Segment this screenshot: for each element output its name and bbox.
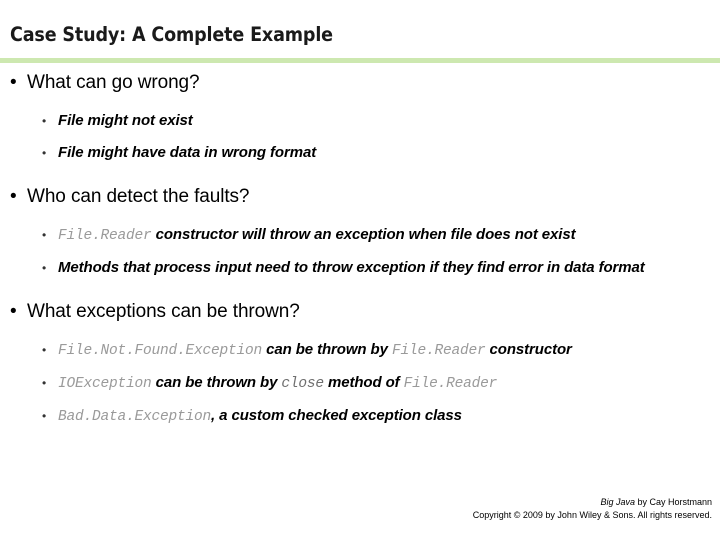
- bullet-marker-level2: •: [42, 409, 47, 423]
- list-item: • File.Reader constructor will throw an e…: [0, 224, 720, 247]
- list-item-label: File.Not.Found.Exception can be thrown b…: [58, 339, 712, 362]
- page-title: Case Study: A Complete Example: [10, 23, 333, 46]
- list-item: • File might not exist: [0, 110, 720, 132]
- bullet-marker-level2: •: [42, 261, 47, 275]
- footer-author: by Cay Horstmann: [634, 497, 712, 507]
- bullet-marker-level1: •: [10, 301, 17, 322]
- bullet-marker-level2: •: [42, 228, 47, 242]
- code-span: File.Not.Found.Exception: [58, 343, 263, 359]
- text-span: can be thrown by: [151, 374, 282, 391]
- text-span: Methods that process input need to throw…: [58, 259, 645, 276]
- list-item: • File.Not.Found.Exception can be thrown …: [0, 339, 720, 362]
- bullet-marker-level1: •: [10, 72, 17, 93]
- heading-spacer: [0, 325, 720, 339]
- item-spacer: [0, 132, 720, 142]
- slide-footer: Big Java by Cay Horstmann Copyright © 20…: [292, 496, 712, 522]
- item-spacer: [0, 395, 720, 405]
- section-heading-3: • What exceptions can be thrown?: [0, 299, 720, 325]
- title-divider-rule: [0, 58, 720, 63]
- list-item: • IOException can be thrown by close meth…: [0, 372, 720, 395]
- code-span: File.Reader: [391, 343, 486, 359]
- list-item-label: Methods that process input need to throw…: [58, 257, 712, 279]
- code-span: IOException: [58, 376, 152, 392]
- item-spacer: [0, 362, 720, 372]
- section-heading-label: What can go wrong?: [27, 72, 200, 93]
- list-item-label: Bad.Data.Exception, a custom checked exc…: [58, 405, 712, 428]
- text-span: constructor will throw an exception when…: [151, 226, 576, 243]
- bullet-marker-level2: •: [42, 114, 47, 128]
- text-span: method of: [323, 374, 404, 391]
- text-span: can be thrown by: [262, 341, 392, 358]
- bullet-marker-level2: •: [42, 343, 47, 357]
- text-span: File might not exist: [58, 112, 193, 129]
- code-span: close: [281, 376, 324, 392]
- code-span: File.Reader: [403, 376, 498, 392]
- list-item: • File might have data in wrong format: [0, 142, 720, 164]
- section-heading-1: • What can go wrong?: [0, 70, 720, 96]
- heading-spacer: [0, 210, 720, 224]
- footer-copyright-line: Copyright © 2009 by John Wiley & Sons. A…: [472, 510, 712, 520]
- heading-spacer: [0, 96, 720, 110]
- list-item: • Bad.Data.Exception, a custom checked ex…: [0, 405, 720, 428]
- section-heading-label: What exceptions can be thrown?: [27, 301, 300, 322]
- code-span: Bad.Data.Exception: [58, 409, 212, 425]
- text-span: File might have data in wrong format: [58, 144, 317, 161]
- bullet-marker-level2: •: [42, 376, 47, 390]
- slide-body: • What can go wrong? • File might not exist…: [0, 70, 720, 428]
- text-span: constructor: [485, 341, 572, 358]
- list-item-label: File.Reader constructor will throw an ex…: [58, 224, 712, 247]
- footer-attribution-line: Big Java by Cay Horstmann: [292, 496, 712, 509]
- bullet-marker-level2: •: [42, 146, 47, 160]
- section-heading-label: Who can detect the faults?: [27, 186, 250, 207]
- text-span: , a custom checked exception class: [211, 407, 462, 424]
- item-spacer: [0, 247, 720, 257]
- bullet-marker-level1: •: [10, 186, 17, 207]
- list-item-label: File might have data in wrong format: [58, 142, 712, 164]
- list-item-label: File might not exist: [58, 110, 712, 132]
- list-item: • Methods that process input need to thro…: [0, 257, 720, 279]
- section-heading-2: • Who can detect the faults?: [0, 184, 720, 210]
- code-span: File.Reader: [58, 228, 152, 244]
- footer-book-title: Big Java: [600, 497, 635, 507]
- list-item-label: IOException can be thrown by close metho…: [58, 372, 712, 395]
